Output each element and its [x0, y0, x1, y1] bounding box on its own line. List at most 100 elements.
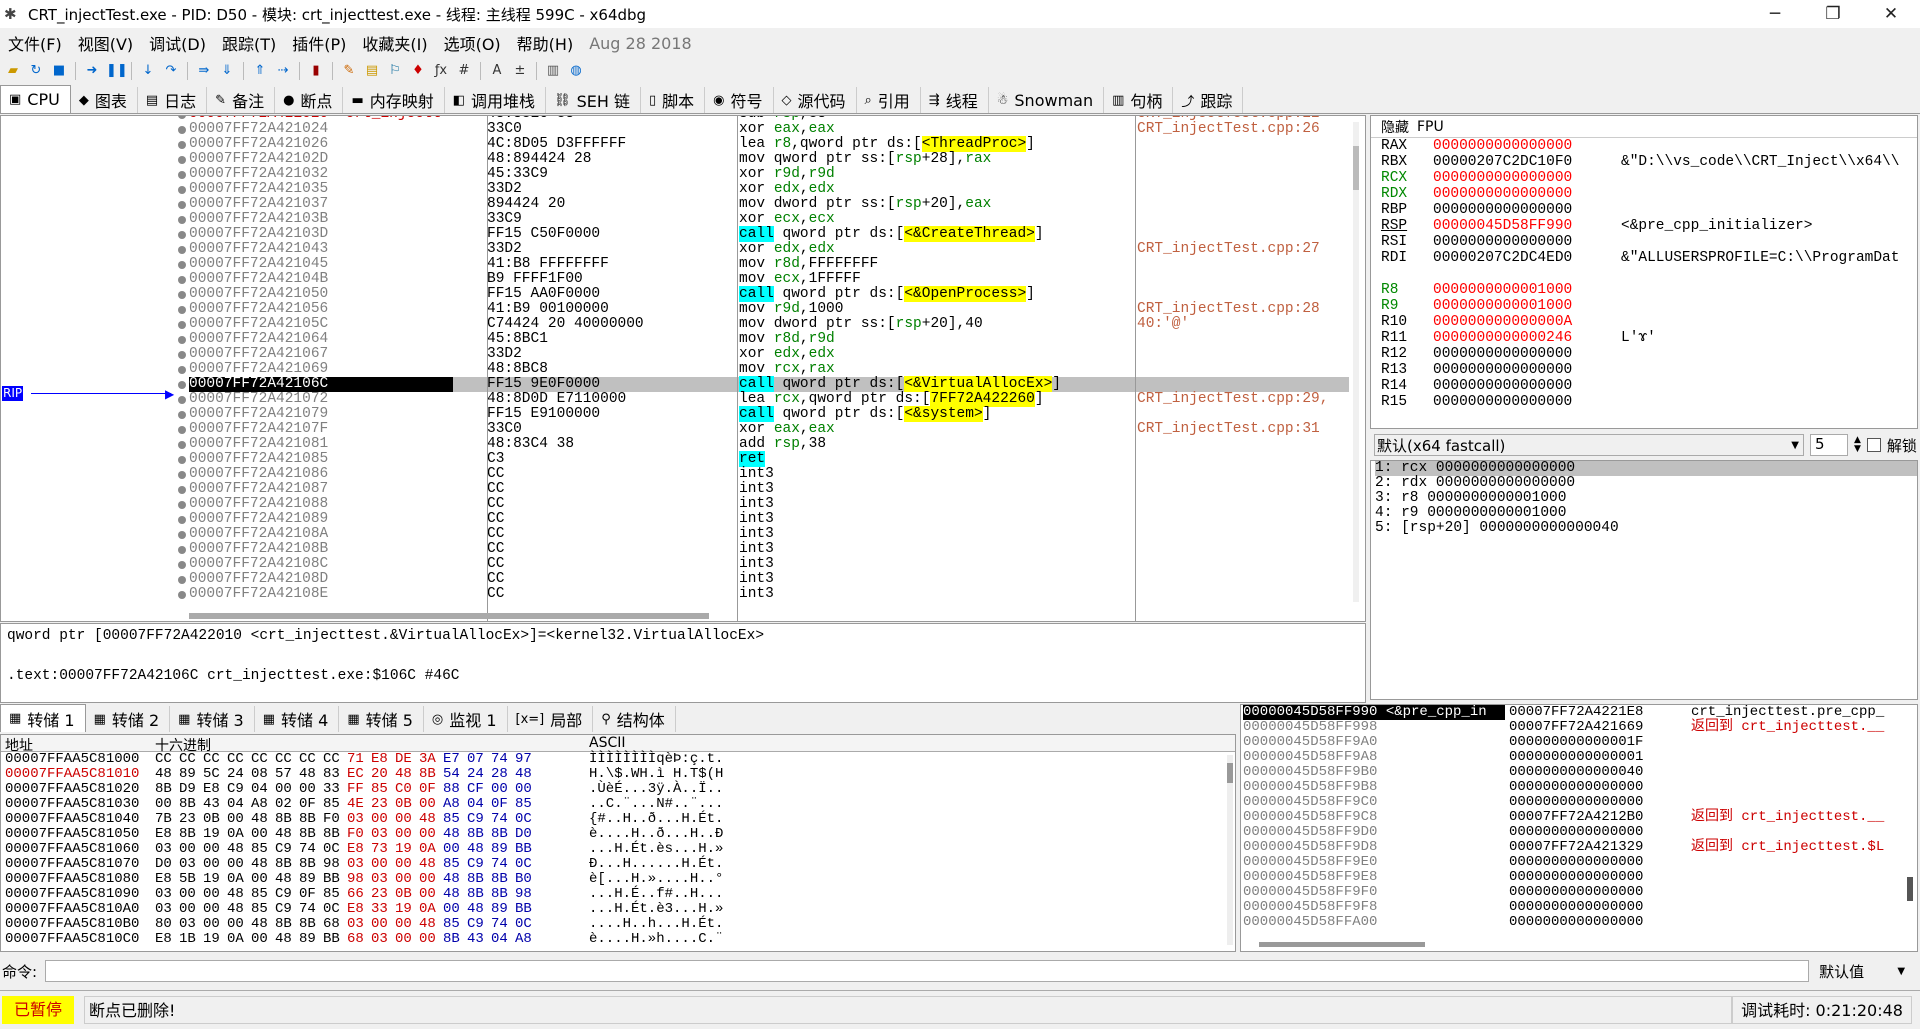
breakpoint-dot[interactable]: [177, 557, 187, 572]
disasm-row[interactable]: 00007FF72A421069 48:8BC8 mov rcx,rax: [189, 362, 1349, 377]
run-icon[interactable]: ➜: [83, 62, 101, 80]
breakpoint-dot[interactable]: [177, 452, 187, 467]
argument-row[interactable]: 3: r8 0000000000001000: [1375, 491, 1917, 506]
dump-row[interactable]: 00007FFAA5C810C0 E8 1B 19 0A 00 48 89 BB 68 03 00 00…: [1, 932, 1235, 947]
disasm-row[interactable]: 00007FF72A42108A CC int3: [189, 527, 1349, 542]
web-icon[interactable]: ◍: [567, 62, 585, 80]
register-row[interactable]: RSP 00000045D58FF990 <&pre_cpp_initializer…: [1371, 218, 1917, 234]
disasm-row[interactable]: 00007FF72A421086 CC int3: [189, 467, 1349, 482]
tab-breakpoint[interactable]: ● 断点: [275, 87, 344, 113]
dump-row[interactable]: 00007FFAA5C81020 8B D9 E8 C9 04 00 00 33 FF 85 C0 0F…: [1, 782, 1235, 797]
stack-row[interactable]: 00000045D58FF998 00007FF72A421669 返回到 crt_…: [1241, 720, 1917, 735]
stack-row[interactable]: 00000045D58FF9D8 00007FF72A421329 返回到 crt_…: [1241, 840, 1917, 855]
open-icon[interactable]: ▰: [4, 62, 22, 80]
breakpoint-dot[interactable]: [177, 542, 187, 557]
breakpoint-dot[interactable]: [177, 302, 187, 317]
disassembly-hscrollbar[interactable]: [189, 613, 709, 619]
disasm-row[interactable]: 00007FF72A421026 4C:8D05 D3FFFFFF lea r8,q…: [189, 136, 1349, 152]
calculator-icon[interactable]: ±: [511, 62, 529, 80]
label-icon[interactable]: ⚐: [386, 62, 404, 80]
disassembly-scrollbar[interactable]: [1353, 122, 1359, 602]
menu-options[interactable]: 选项(O): [436, 31, 509, 55]
stack-row[interactable]: 00000045D58FF9A0 000000000000001F: [1241, 735, 1917, 750]
arguments-panel[interactable]: 1: rcx 0000000000000000 2: rdx 0000000000…: [1370, 460, 1918, 700]
register-row[interactable]: R10 000000000000000A: [1371, 314, 1917, 330]
menu-file[interactable]: 文件(F): [0, 31, 70, 55]
trace-over-icon[interactable]: ⇓: [218, 62, 236, 80]
disasm-row[interactable]: 00007FF72A421067 33D2 xor edx,edx: [189, 347, 1349, 362]
tab-threads[interactable]: ⇶ 线程: [921, 87, 989, 113]
step-over-icon[interactable]: ↷: [162, 62, 180, 80]
disasm-row[interactable]: 00007FF72A421079 FF15 E9100000 call qword …: [189, 406, 1349, 422]
register-row[interactable]: R11 0000000000000246 L'ɤ': [1371, 330, 1917, 346]
disasm-row[interactable]: 00007FF72A42108C CC int3: [189, 557, 1349, 572]
dump-row[interactable]: 00007FFAA5C81010 48 89 5C 24 08 57 48 83 EC 20 48 8B…: [1, 767, 1235, 782]
stack-row[interactable]: 00000045D58FF9B8 0000000000000000: [1241, 780, 1917, 795]
disasm-row[interactable]: 00007FF72A421085 C3 ret: [189, 451, 1349, 467]
breakpoint-dot[interactable]: [177, 512, 187, 527]
stack-row[interactable]: 00000045D58FF9E8 0000000000000000: [1241, 870, 1917, 885]
breakpoint-dot[interactable]: [177, 272, 187, 287]
step-into-icon[interactable]: ↓: [139, 62, 157, 80]
spinner-arrows-icon[interactable]: ▲ ▼: [1854, 436, 1861, 454]
minimize-button[interactable]: ─: [1746, 4, 1804, 24]
dump-row[interactable]: 00007FFAA5C81070 D0 03 00 00 48 8B 8B 98 03 00 00 48…: [1, 857, 1235, 872]
registers-panel[interactable]: 隐藏 FPU RAX 0000000000000000 RBX 00000207C2D…: [1370, 115, 1918, 429]
breakpoint-dot[interactable]: [177, 347, 187, 362]
breakpoint-dot[interactable]: [177, 482, 187, 497]
disasm-row[interactable]: 00007FF72A421043 33D2 xor edx,edx CRT_injec…: [189, 242, 1349, 257]
register-row[interactable]: RBP 0000000000000000: [1371, 202, 1917, 218]
stack-scrollbar[interactable]: [1907, 877, 1913, 901]
patch-icon[interactable]: ✎: [340, 62, 358, 80]
argument-row[interactable]: 4: r9 0000000000001000: [1375, 506, 1917, 521]
breakpoint-dot[interactable]: [177, 317, 187, 332]
tab-snowman[interactable]: ☃ Snowman: [989, 87, 1105, 113]
stack-row[interactable]: 00000045D58FF9D0 0000000000000000: [1241, 825, 1917, 840]
argument-row[interactable]: 2: rdx 0000000000000000: [1375, 476, 1917, 491]
register-row[interactable]: RDI 00000207C2DC4ED0 &"ALLUSERSPROFILE=C:\…: [1371, 250, 1917, 266]
disasm-row[interactable]: 00007FF72A421037 894424 20 mov dword ptr s…: [189, 197, 1349, 212]
stack-row[interactable]: 00000045D58FFA00 0000000000000000: [1241, 915, 1917, 930]
calling-convention-select[interactable]: 默认(x64 fastcall) ▼: [1374, 434, 1804, 456]
hide-fpu-toggle[interactable]: 隐藏: [1381, 117, 1409, 137]
disasm-row[interactable]: 00007FF72A421050 FF15 AA0F0000 call qword …: [189, 286, 1349, 302]
execute-till-return-icon[interactable]: ⇑: [251, 62, 269, 80]
menu-favourites[interactable]: 收藏夹(I): [354, 31, 435, 55]
breakpoint-dot[interactable]: [177, 332, 187, 347]
breakpoint-dot[interactable]: [177, 122, 187, 137]
disasm-row[interactable]: 00007FF72A42102D 48:894424 28 mov qword pt…: [189, 152, 1349, 167]
disasm-row[interactable]: 00007FF72A42105C C74424 20 40000000 mov dw…: [189, 317, 1349, 332]
menu-plugins[interactable]: 插件(P): [284, 31, 354, 55]
tab-notes[interactable]: ✎ 备注: [207, 87, 276, 113]
register-row[interactable]: RAX 0000000000000000: [1371, 138, 1917, 154]
disasm-row[interactable]: 00007FF72A42103D FF15 C50F0000 call qword …: [189, 226, 1349, 242]
tab-source[interactable]: ◇ 源代码: [774, 87, 857, 113]
close-icon[interactable]: ■: [50, 62, 68, 80]
dump-row[interactable]: 00007FFAA5C81050 E8 8B 19 0A 00 48 8B 8B F0 03 00 00…: [1, 827, 1235, 842]
argument-row[interactable]: 5: [rsp+20] 0000000000000040: [1375, 521, 1917, 536]
disasm-row[interactable]: 00007FF72A421024 33C0 xor eax,eax CRT_injec…: [189, 122, 1349, 137]
breakpoint-dot[interactable]: [177, 227, 187, 242]
register-row[interactable]: R12 0000000000000000: [1371, 346, 1917, 362]
tab-转储-1[interactable]: ▦ 转储 1: [0, 704, 86, 732]
unlock-checkbox[interactable]: [1866, 438, 1881, 452]
tab-call-stack[interactable]: ◧ 调用堆栈: [445, 87, 547, 113]
function-icon[interactable]: ƒx: [432, 62, 450, 80]
breakpoint-dot[interactable]: [177, 407, 187, 422]
register-row[interactable]: RCX 0000000000000000: [1371, 170, 1917, 186]
dump-row[interactable]: 00007FFAA5C81040 7B 23 0B 00 48 8B 8B F0 03 00 00 48…: [1, 812, 1235, 827]
fpu-label[interactable]: FPU: [1417, 119, 1444, 135]
tab-graph[interactable]: ◆ 图表: [71, 87, 138, 113]
tab-cpu[interactable]: ▣ CPU: [0, 85, 71, 113]
disasm-row[interactable]: 00007FF72A421035 33D2 xor edx,edx: [189, 182, 1349, 197]
stack-row[interactable]: 00000045D58FF9A8 0000000000000001: [1241, 750, 1917, 765]
tab-转储-4[interactable]: ▦ 转储 4: [255, 706, 340, 732]
disasm-row[interactable]: 00007FF72A421056 41:B9 00100000 mov r9d,10…: [189, 302, 1349, 317]
menu-debug[interactable]: 调试(D): [141, 31, 214, 55]
breakpoint-dot[interactable]: [177, 152, 187, 167]
stack-row[interactable]: 00000045D58FF9C0 0000000000000000: [1241, 795, 1917, 810]
breakpoint-column[interactable]: [177, 116, 187, 602]
register-row[interactable]: [1371, 266, 1917, 282]
dump-row[interactable]: 00007FFAA5C81000 CC CC CC CC CC CC CC CC 71 E8 DE 3A…: [1, 752, 1235, 767]
register-row[interactable]: RDX 0000000000000000: [1371, 186, 1917, 202]
